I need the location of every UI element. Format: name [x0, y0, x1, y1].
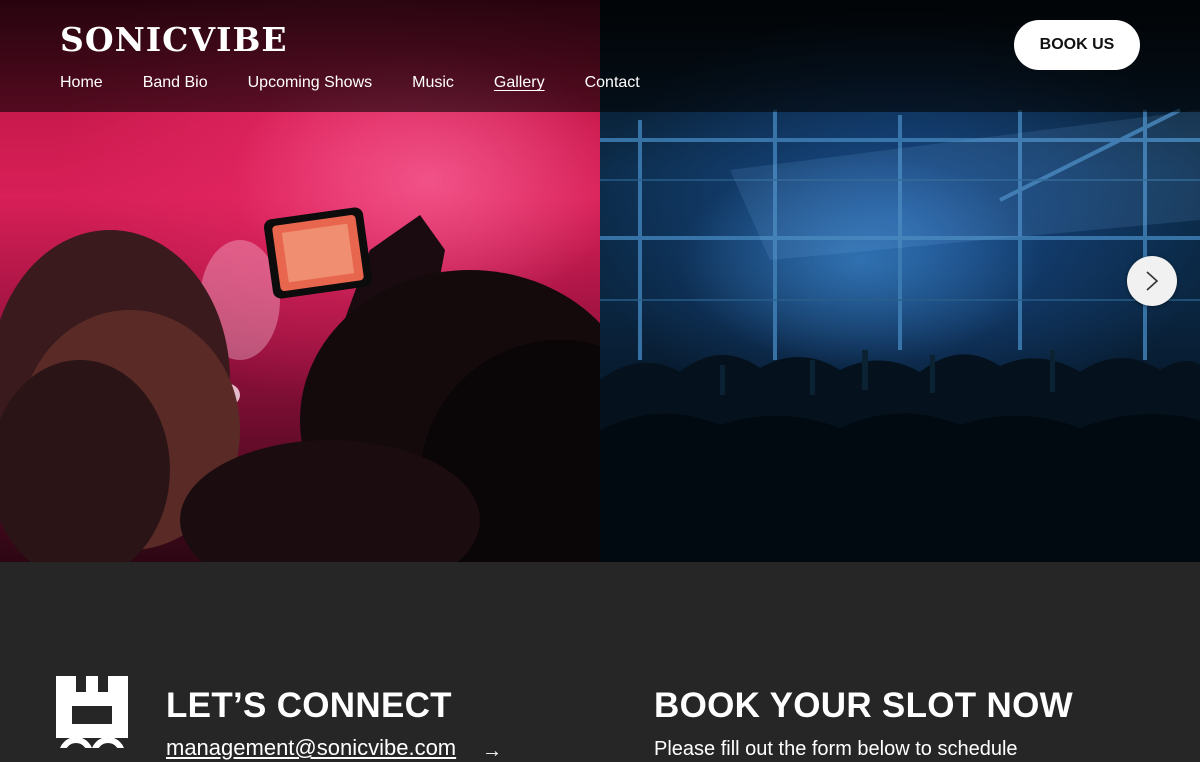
connect-icon	[56, 676, 128, 748]
main-nav: Home Band Bio Upcoming Shows Music Galle…	[60, 73, 680, 95]
site-logo[interactable]: SONICVIBE	[60, 20, 288, 60]
nav-item-music[interactable]: Music	[412, 73, 454, 95]
site-header: SONICVIBE Home Band Bio Upcoming Shows M…	[0, 0, 1200, 112]
gallery-next-button[interactable]	[1127, 256, 1177, 306]
book-us-button[interactable]: BOOK US	[1014, 20, 1140, 70]
nav-item-home[interactable]: Home	[60, 73, 103, 95]
chevron-right-icon	[1146, 271, 1159, 291]
connect-heading: LET’S CONNECT	[166, 686, 452, 725]
nav-item-gallery[interactable]: Gallery	[494, 73, 545, 95]
nav-item-contact[interactable]: Contact	[585, 73, 640, 95]
arrow-right-icon[interactable]: →	[482, 741, 502, 761]
management-email-link[interactable]: management@sonicvibe.com	[166, 734, 456, 762]
booking-heading: BOOK YOUR SLOT NOW	[654, 686, 1073, 725]
nav-item-band-bio[interactable]: Band Bio	[143, 73, 208, 95]
nav-item-upcoming-shows[interactable]: Upcoming Shows	[248, 73, 373, 95]
booking-description: Please fill out the form below to schedu…	[654, 738, 1018, 760]
